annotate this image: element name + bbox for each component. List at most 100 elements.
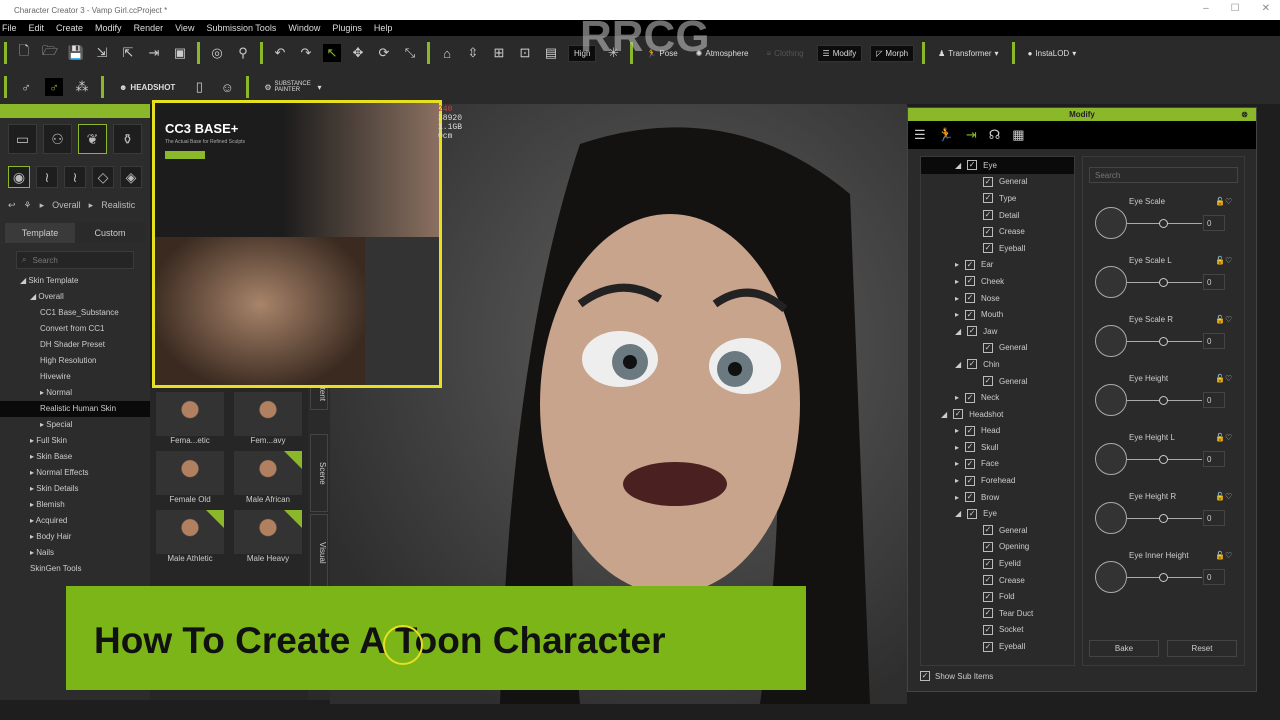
morph-tree-item[interactable]: ✓ Crease	[921, 223, 1074, 240]
tree-item[interactable]: ◢ Skin Template	[0, 273, 150, 289]
head-tab-icon[interactable]: ☊	[989, 127, 1001, 143]
tab-custom[interactable]: Custom	[75, 223, 145, 243]
tree-item[interactable]: DH Shader Preset	[0, 337, 150, 353]
sliders-tab-icon[interactable]: ☰	[914, 127, 926, 143]
checkbox[interactable]: ✓	[953, 409, 964, 420]
back-icon[interactable]: ↩	[8, 200, 16, 211]
morph-tree-item[interactable]: ◢ ✓ Eye	[921, 157, 1074, 174]
breadcrumb-item[interactable]: Overall	[52, 200, 81, 211]
tree-item[interactable]: ▸ Blemish	[0, 497, 150, 513]
morph-tree-item[interactable]: ◢ ✓ Jaw	[921, 323, 1074, 340]
morph-tree-item[interactable]: ▸ ✓ Skull	[921, 439, 1074, 456]
checkbox[interactable]: ✓	[965, 276, 976, 287]
morph-tree-item[interactable]: ▸ ✓ Forehead	[921, 472, 1074, 489]
lock-heart-icon[interactable]: 🔓♡	[1215, 551, 1232, 560]
character-icon[interactable]: ♂	[17, 78, 35, 96]
menu-help[interactable]: Help	[374, 23, 393, 33]
slider-handle[interactable]	[1159, 573, 1168, 582]
slider-search-input[interactable]: Search	[1089, 167, 1238, 183]
slider-value-input[interactable]: 0	[1203, 274, 1225, 290]
library-item[interactable]: Male Heavy	[234, 510, 302, 563]
slider-handle[interactable]	[1159, 514, 1168, 523]
lock-heart-icon[interactable]: 🔓♡	[1215, 492, 1232, 501]
motion-tab-icon[interactable]: 🏃	[938, 127, 954, 143]
skin-template-icon[interactable]: ◉	[8, 166, 30, 188]
morph-tree-item[interactable]: ✓ Fold	[921, 588, 1074, 605]
morph-tree-item[interactable]: ✓ Socket	[921, 622, 1074, 639]
lock-heart-icon[interactable]: 🔓♡	[1215, 256, 1232, 265]
tab-scene[interactable]: Scene	[310, 434, 328, 512]
layer-icon[interactable]: ◇	[92, 166, 114, 188]
expand-icon[interactable]: ▸	[955, 426, 959, 435]
morph-tree-item[interactable]: ▸ ✓ Nose	[921, 290, 1074, 307]
expand-icon[interactable]: ◢	[955, 509, 961, 518]
clothing-button[interactable]: ≡ Clothing	[762, 46, 809, 61]
new-file-icon[interactable]: 🗋	[15, 43, 33, 62]
slider-handle[interactable]	[1159, 455, 1168, 464]
tree-item[interactable]: SkinGen Tools	[0, 561, 150, 577]
tree-item[interactable]: ▸ Skin Details	[0, 481, 150, 497]
photo-icon[interactable]: ▯	[190, 78, 208, 96]
menu-view[interactable]: View	[175, 23, 194, 33]
library-item[interactable]: Male African	[234, 451, 302, 504]
maximize-button[interactable]: ☐	[1231, 3, 1240, 14]
fit-icon[interactable]: ⇳	[464, 44, 482, 62]
expand-icon[interactable]: ▸	[955, 476, 959, 485]
import-icon[interactable]: ⇲	[93, 44, 111, 62]
tree-item[interactable]: ▸ Normal	[0, 385, 150, 401]
morph-tree-item[interactable]: ▸ ✓ Ear	[921, 257, 1074, 274]
breadcrumb-item[interactable]: Realistic	[101, 200, 135, 211]
checkbox[interactable]: ✓	[983, 591, 993, 602]
slider-handle[interactable]	[1159, 219, 1168, 228]
camera-icon[interactable]: ◎	[208, 44, 226, 62]
open-folder-icon[interactable]: 🗁	[41, 43, 59, 62]
library-item[interactable]: Male Athletic	[156, 510, 224, 563]
folder-icon[interactable]: ▭	[8, 124, 37, 154]
tree-item[interactable]: ▸ Normal Effects	[0, 465, 150, 481]
expand-icon[interactable]: ◢	[955, 161, 961, 170]
tree-item[interactable]: ▸ Nails	[0, 545, 150, 561]
morph-tree-item[interactable]: ✓ Tear Duct	[921, 605, 1074, 622]
group-icon[interactable]: ⁂	[73, 78, 91, 96]
morph-tree-item[interactable]: ✓ General	[921, 340, 1074, 357]
library-item[interactable]: Fem...avy	[234, 392, 302, 445]
checkbox[interactable]: ✓	[965, 309, 976, 320]
instalod-button[interactable]: ● InstaLOD ▾	[1023, 46, 1082, 61]
head-icon[interactable]: ☺	[218, 78, 236, 96]
checkbox[interactable]: ✓	[967, 326, 978, 337]
morph-tree-item[interactable]: ✓ Eyelid	[921, 555, 1074, 572]
add-character-icon[interactable]: ♂	[45, 78, 63, 96]
morph-tree-item[interactable]: ✓ Opening	[921, 539, 1074, 556]
layout-icon[interactable]: ▤	[542, 44, 560, 62]
slider-value-input[interactable]: 0	[1203, 333, 1225, 349]
checkbox[interactable]: ✓	[967, 160, 978, 171]
skin-icon[interactable]: ❦	[78, 124, 107, 154]
morph-tree-item[interactable]: ✓ Eyeball	[921, 638, 1074, 655]
checkbox[interactable]: ✓	[965, 492, 976, 503]
redo-icon[interactable]: ↷	[297, 44, 315, 62]
morph-tree-item[interactable]: ▸ ✓ Head	[921, 423, 1074, 440]
body-icon[interactable]: ≀	[36, 166, 58, 188]
checkbox[interactable]: ✓	[983, 226, 993, 237]
morph-tree-item[interactable]: ✓ Eyeball	[921, 240, 1074, 257]
morph-tree-item[interactable]: ✓ General	[921, 522, 1074, 539]
view-icon[interactable]: ⊡	[516, 44, 534, 62]
slider-handle[interactable]	[1159, 396, 1168, 405]
slider-handle[interactable]	[1159, 278, 1168, 287]
checkbox[interactable]: ✓	[965, 475, 976, 486]
checkbox[interactable]: ✓	[983, 541, 993, 552]
checkbox[interactable]: ✓	[983, 376, 993, 387]
export-icon[interactable]: ⇱	[119, 44, 137, 62]
tree-item[interactable]: Hivewire	[0, 369, 150, 385]
expand-icon[interactable]: ▸	[955, 443, 959, 452]
slider-value-input[interactable]: 0	[1203, 215, 1225, 231]
expand-icon[interactable]: ▸	[955, 260, 959, 269]
tree-item[interactable]: Convert from CC1	[0, 321, 150, 337]
expand-icon[interactable]: ◢	[955, 327, 961, 336]
tab-template[interactable]: Template	[5, 223, 75, 243]
library-item[interactable]: Female Old	[156, 451, 224, 504]
body2-icon[interactable]: ≀	[64, 166, 86, 188]
tab-visual[interactable]: Visual	[310, 514, 328, 592]
modify-button[interactable]: ☰ Modify	[816, 44, 863, 62]
checkbox[interactable]: ✓	[965, 425, 976, 436]
